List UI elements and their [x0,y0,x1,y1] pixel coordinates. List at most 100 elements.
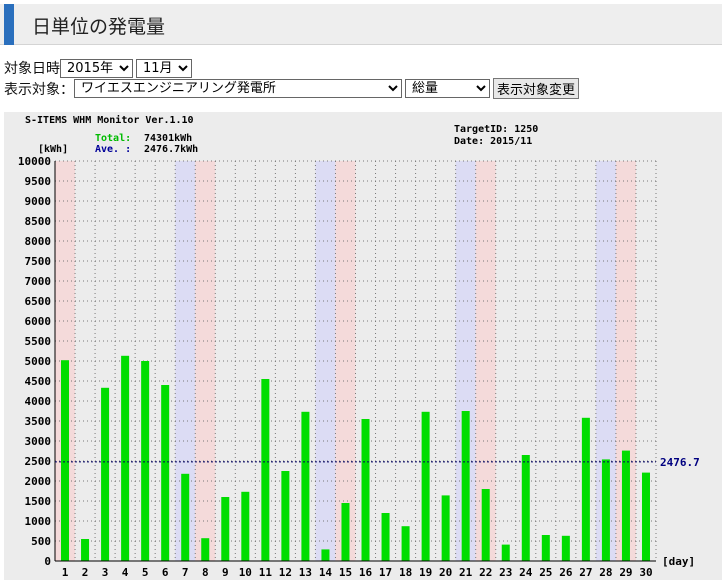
change-target-button[interactable]: 表示対象変更 [493,78,580,99]
bar-day-3 [101,387,110,561]
bar-day-15 [341,503,350,561]
x-tick-label: 13 [299,566,312,579]
x-tick-label: 25 [539,566,552,579]
bar-day-17 [381,513,390,561]
x-tick-label: 26 [559,566,573,579]
chart-date-label: Date: 2015/11 [454,136,532,147]
daily-generation-chart: 0 500 1000 1500 2000 2500 3000 3500 4000 4500 5000… [4,112,722,580]
x-tick-label: 4 [122,566,129,579]
y-tick-label: 5000 [25,355,52,368]
x-tick-label: 1 [62,566,69,579]
header-accent-bar [4,4,14,45]
year-select[interactable]: 2015年 [60,58,133,78]
average-label: 2476.7 [660,456,700,469]
x-tick-label: 21 [459,566,473,579]
x-axis-label: [day] [662,555,695,568]
bar-day-14 [321,549,330,561]
x-tick-label: 7 [182,566,189,579]
x-tick-label: 20 [439,566,452,579]
y-tick-label: 9500 [25,175,52,188]
y-tick-label: 7500 [25,255,52,268]
y-tick-label: 1500 [25,495,52,508]
ave-label: Ave. : [95,144,131,155]
x-tick-label: 28 [599,566,612,579]
y-tick-label: 8000 [25,235,52,248]
target-label: 表示対象： [4,81,74,98]
month-select[interactable]: 11月 [136,58,192,78]
bar-day-2 [81,539,90,561]
page-title: 日単位の発電量 [32,16,166,38]
ave-value: 2476.7kWh [144,144,198,155]
x-tick-label: 16 [359,566,373,579]
bar-day-22 [481,489,490,561]
y-tick-label: 4500 [25,375,52,388]
x-tick-label: 29 [619,566,632,579]
y-tick-label: 2500 [25,455,52,468]
bar-day-1 [61,360,70,561]
y-axis-label: [kWh] [38,144,68,155]
y-tick-label: 500 [31,535,51,548]
x-tick-label: 11 [259,566,273,579]
total-label: Total: [95,133,131,144]
bar-day-5 [141,361,150,561]
bar-day-4 [121,355,130,561]
bar-day-13 [301,411,310,561]
bar-day-7 [181,473,190,561]
chart-panel: 0 500 1000 1500 2000 2500 3000 3500 4000 4500 5000… [4,112,722,580]
y-tick-label: 5500 [25,335,52,348]
x-tick-label: 19 [419,566,432,579]
bar-day-16 [361,419,370,561]
bar-day-24 [521,455,530,561]
bar-day-20 [441,495,450,561]
target-id-label: TargetID: 1250 [454,124,538,135]
y-tick-label: 1000 [25,515,52,528]
bar-day-11 [261,379,270,561]
y-tick-label: 3500 [25,415,52,428]
x-tick-label: 2 [82,566,89,579]
x-tick-label: 8 [202,566,209,579]
x-tick-label: 15 [339,566,352,579]
target-select[interactable]: ワイエスエンジニアリング発電所 [74,79,402,98]
x-tick-label: 24 [519,566,533,579]
y-tick-label: 3000 [25,435,52,448]
page-header: 日単位の発電量 [0,4,722,45]
bar-day-27 [581,417,590,561]
y-tick-label: 7000 [25,275,52,288]
saturday-band [315,161,336,561]
date-label: 対象日時 [4,61,60,77]
bar-day-10 [241,491,250,561]
bar-day-8 [201,538,210,561]
x-tick-label: 30 [639,566,652,579]
total-value: 74301kWh [144,133,192,144]
date-filter-row: 対象日時 2015年 11月 [4,58,195,78]
x-tick-label: 10 [239,566,252,579]
bar-day-18 [401,526,410,561]
bar-day-19 [421,411,430,561]
bar-day-26 [561,535,570,561]
y-tick-label: 10000 [18,155,51,168]
bar-day-25 [541,535,550,561]
bar-day-23 [501,544,510,561]
bar-day-21 [461,411,470,561]
target-filter-row: 表示対象： ワイエスエンジニアリング発電所 総量 表示対象変更 [4,78,580,99]
y-tick-label: 4000 [25,395,52,408]
bar-day-30 [641,472,650,561]
x-tick-label: 23 [499,566,512,579]
x-tick-label: 27 [579,566,592,579]
x-tick-label: 17 [379,566,392,579]
x-tick-label: 18 [399,566,412,579]
sunday-band [335,161,356,561]
scope-select[interactable]: 総量 [405,79,490,98]
x-tick-label: 6 [162,566,169,579]
y-tick-label: 2000 [25,475,52,488]
x-tick-label: 5 [142,566,149,579]
x-tick-label: 14 [319,566,333,579]
bar-day-29 [621,450,630,561]
bar-day-12 [281,471,290,561]
x-tick-label: 9 [222,566,229,579]
y-tick-label: 6500 [25,295,52,308]
y-tick-label: 6000 [25,315,52,328]
y-tick-label: 8500 [25,215,52,228]
bar-day-9 [221,497,230,561]
y-tick-label: 0 [44,555,51,568]
